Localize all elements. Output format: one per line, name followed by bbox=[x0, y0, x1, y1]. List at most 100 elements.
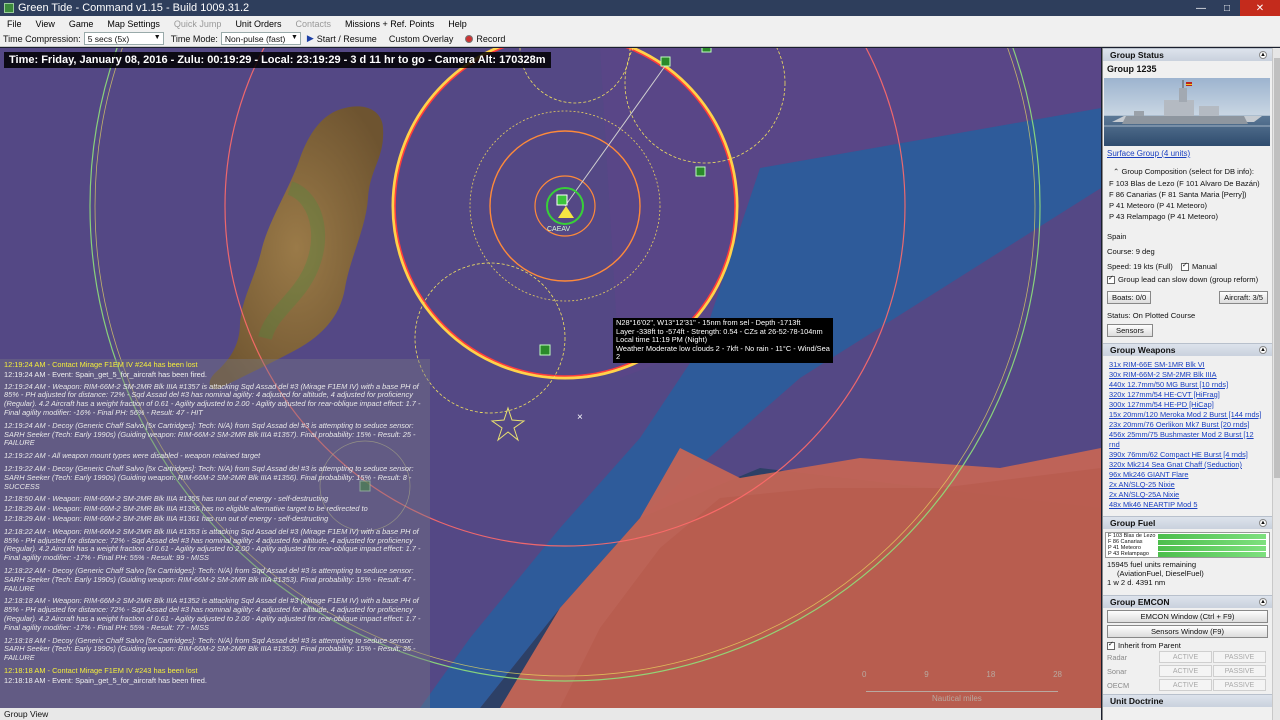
waypoint-icon[interactable] bbox=[660, 56, 671, 67]
log-entry: 12:18:18 AM - Event: Spain_get_5_for_air… bbox=[4, 675, 207, 685]
time-compression-select[interactable]: 5 secs (5x) ▼ bbox=[83, 32, 164, 45]
log-entry: 12:19:24 AM - Contact Mirage F1EM IV #24… bbox=[4, 360, 198, 369]
menu-missions[interactable]: Missions + Ref. Points bbox=[338, 19, 441, 29]
group-status-header[interactable]: Group Status ▲ bbox=[1103, 48, 1272, 61]
menu-view[interactable]: View bbox=[29, 19, 62, 29]
active-button[interactable]: ACTIVE bbox=[1159, 679, 1212, 691]
scale-tick: 18 bbox=[986, 670, 996, 679]
sensors-button[interactable]: Sensors bbox=[1107, 324, 1153, 337]
weapon-link[interactable]: 15x 20mm/120 Meroka Mod 2 Burst [144 rnd… bbox=[1103, 410, 1272, 420]
contact-icon[interactable] bbox=[701, 48, 712, 53]
message-log[interactable]: 12:19:24 AM - Contact Mirage F1EM IV #24… bbox=[0, 359, 430, 708]
inherit-row: Inherit from Parent bbox=[1103, 640, 1272, 650]
minimize-icon[interactable]: — bbox=[1188, 0, 1214, 16]
weapon-link[interactable]: 23x 20mm/76 Oerlikon Mk7 Burst [20 rnds] bbox=[1103, 420, 1272, 430]
active-button[interactable]: ACTIVE bbox=[1159, 665, 1212, 677]
record-label: Record bbox=[476, 33, 506, 44]
panel-scrollbar[interactable] bbox=[1272, 48, 1280, 720]
emcon-window-button[interactable]: EMCON Window (Ctrl + F9) bbox=[1107, 610, 1268, 623]
weapon-link[interactable]: 390x 76mm/62 Compact HE Burst [4 rnds] bbox=[1103, 450, 1272, 460]
emcon-sensor-name: Sonar bbox=[1107, 666, 1127, 676]
collapse-icon[interactable]: ▲ bbox=[1259, 598, 1267, 606]
group-member[interactable]: F 86 Canarias (F 81 Santa Maria [Perry]) bbox=[1103, 189, 1272, 200]
scale-tick: 28 bbox=[1053, 670, 1062, 679]
inherit-checkbox[interactable] bbox=[1107, 640, 1115, 650]
custom-overlay-button[interactable]: Custom Overlay bbox=[383, 34, 460, 44]
menu-game[interactable]: Game bbox=[62, 19, 101, 29]
fuel-list: F 103 Blas de Lezo F 86 Canarias P 41 Me… bbox=[1105, 532, 1270, 558]
group-member[interactable]: P 41 Meteoro (P 41 Meteoro) bbox=[1103, 200, 1272, 211]
scale-line bbox=[866, 691, 1058, 692]
record-button[interactable]: Record bbox=[459, 34, 511, 44]
maximize-icon[interactable]: □ bbox=[1214, 0, 1240, 16]
group-course: Course: 9 deg bbox=[1107, 247, 1155, 256]
weapon-link[interactable]: 48x Mk46 NEARTIP Mod 5 bbox=[1103, 500, 1272, 510]
section-title: Group EMCON bbox=[1110, 597, 1170, 607]
section-title: Group Weapons bbox=[1110, 345, 1176, 355]
group-weapons-header[interactable]: Group Weapons ▲ bbox=[1103, 343, 1272, 356]
log-entry: 12:19:24 AM - Weapon: RIM-66M-2 SM-2MR B… bbox=[4, 381, 421, 417]
scale-tick: 0 bbox=[862, 670, 867, 679]
collapse-icon[interactable]: ▲ bbox=[1259, 51, 1267, 59]
weapon-link[interactable]: 440x 12.7mm/50 MG Burst [10 rnds] bbox=[1103, 380, 1272, 390]
group-emcon-header[interactable]: Group EMCON ▲ bbox=[1103, 595, 1272, 608]
collapse-icon[interactable]: ▲ bbox=[1259, 519, 1267, 527]
manual-label: Manual bbox=[1191, 262, 1217, 271]
weapon-link[interactable]: 30x RIM-66M-2 SM-2MR Blk IIIA bbox=[1103, 370, 1272, 380]
group-type-link[interactable]: Surface Group (4 units) bbox=[1107, 149, 1190, 158]
emcon-sensor-name: OECM bbox=[1107, 680, 1130, 690]
weapon-link[interactable]: 2x AN/SLQ-25A Nixie bbox=[1103, 490, 1272, 500]
ship-icon[interactable] bbox=[556, 194, 568, 206]
weapon-link[interactable]: 31x RIM-66E SM-1MR Blk VI bbox=[1103, 360, 1272, 370]
group-fuel-header[interactable]: Group Fuel ▲ bbox=[1103, 516, 1272, 529]
aircraft-button[interactable]: Aircraft: 3/5 bbox=[1219, 291, 1268, 304]
menu-unit-orders[interactable]: Unit Orders bbox=[228, 19, 288, 29]
time-mode-select[interactable]: Non-pulse (fast) ▼ bbox=[220, 32, 301, 45]
fuel-remaining: 15945 fuel units remaining bbox=[1107, 560, 1197, 569]
unit-doctrine-header[interactable]: Unit Doctrine bbox=[1103, 694, 1272, 707]
boats-button[interactable]: Boats: 0/0 bbox=[1107, 291, 1152, 304]
weapon-link[interactable]: 300x 127mm/54 HE-PD [HiCap] bbox=[1103, 400, 1272, 410]
group-member[interactable]: F 103 Blas de Lezo (F 101 Alvaro De Bazá… bbox=[1103, 178, 1272, 189]
menu-contacts[interactable]: Contacts bbox=[288, 19, 338, 29]
group-lead-checkbox[interactable] bbox=[1107, 274, 1115, 284]
collapse-icon[interactable]: ▲ bbox=[1259, 346, 1267, 354]
weapon-link[interactable]: 456x 25mm/75 Bushmaster Mod 2 Burst [12 … bbox=[1103, 430, 1272, 450]
log-entry: 12:18:22 AM - Weapon: RIM-66M-2 SM-2MR B… bbox=[4, 526, 421, 563]
time-mode-label: Time Mode: bbox=[170, 33, 218, 44]
menu-file[interactable]: File bbox=[0, 19, 29, 29]
menu-quick-jump[interactable]: Quick Jump bbox=[167, 19, 229, 29]
active-button[interactable]: ACTIVE bbox=[1159, 651, 1212, 663]
fuel-bar bbox=[1158, 533, 1266, 539]
scale-tick: 9 bbox=[924, 670, 929, 679]
weapon-link[interactable]: 2x AN/SLQ-25 Nixie bbox=[1103, 480, 1272, 490]
contact-icon[interactable] bbox=[695, 166, 706, 177]
group-lead-row: Group lead can slow down (group reform) bbox=[1103, 273, 1272, 286]
manual-checkbox[interactable] bbox=[1180, 261, 1189, 271]
window-controls: — □ ✕ bbox=[1188, 0, 1280, 16]
close-icon[interactable]: ✕ bbox=[1240, 0, 1280, 16]
composition-toggle[interactable]: ⌃ Group Composition (select for DB info)… bbox=[1103, 165, 1272, 178]
weapon-link[interactable]: 320x 127mm/54 HE-CVT [HiFrag] bbox=[1103, 390, 1272, 400]
chevron-up-icon: ⌃ bbox=[1113, 167, 1120, 176]
group-member[interactable]: P 43 Relampago (P 41 Meteoro) bbox=[1103, 211, 1272, 222]
passive-button[interactable]: PASSIVE bbox=[1213, 679, 1266, 691]
log-entry: 12:18:18 AM - Decoy (Generic Chaff Salvo… bbox=[4, 635, 416, 663]
title-bar: Green Tide - Command v1.15 - Build 1009.… bbox=[0, 0, 1280, 16]
fuel-bar bbox=[1158, 545, 1266, 551]
passive-button[interactable]: PASSIVE bbox=[1213, 665, 1266, 677]
start-resume-button[interactable]: ▶ Start / Resume bbox=[301, 33, 383, 44]
group-speed: Speed: 19 kts (Full) bbox=[1107, 262, 1173, 271]
composition-label: Group Composition (select for DB info): bbox=[1121, 167, 1255, 176]
sensors-window-button[interactable]: Sensors Window (F9) bbox=[1107, 625, 1268, 638]
menu-map-settings[interactable]: Map Settings bbox=[100, 19, 167, 29]
aircraft-icon[interactable] bbox=[539, 344, 551, 356]
weapon-link[interactable]: 320x Mk214 Sea Gnat Chaff (Seduction) bbox=[1103, 460, 1272, 470]
menu-help[interactable]: Help bbox=[441, 19, 474, 29]
weapon-link[interactable]: 96x Mk246 GIANT Flare bbox=[1103, 470, 1272, 480]
scrollbar-thumb[interactable] bbox=[1274, 58, 1280, 478]
cursor-marker-icon: × bbox=[577, 412, 583, 423]
toolbar: Time Compression: 5 secs (5x) ▼ Time Mod… bbox=[0, 31, 1280, 47]
map-tooltip: N28°16'02", W13°12'31" - 15nm from sel -… bbox=[613, 318, 833, 363]
passive-button[interactable]: PASSIVE bbox=[1213, 651, 1266, 663]
